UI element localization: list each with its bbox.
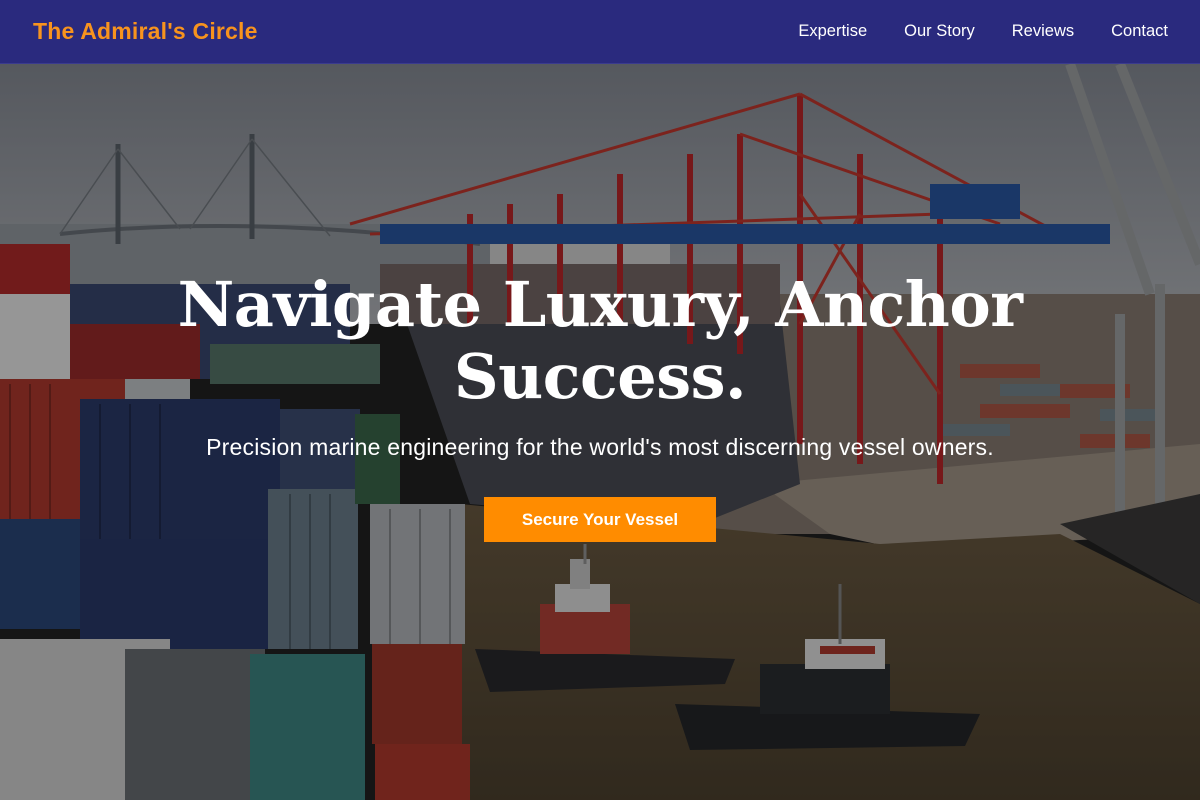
nav-link-contact[interactable]: Contact [1111,22,1168,41]
brand-logo[interactable]: The Admiral's Circle [33,18,258,45]
top-navbar: The Admiral's Circle Expertise Our Story… [0,0,1200,64]
hero-content: Navigate Luxury, Anchor Success. Precisi… [0,64,1200,800]
nav-link-our-story[interactable]: Our Story [904,22,975,41]
nav-links: Expertise Our Story Reviews Contact [761,22,1168,41]
hero-subtitle: Precision marine engineering for the wor… [206,434,994,460]
hero-headline: Navigate Luxury, Anchor Success. [177,268,1023,413]
secure-your-vessel-button[interactable]: Secure Your Vessel [484,497,716,542]
nav-link-reviews[interactable]: Reviews [1012,22,1074,41]
nav-link-expertise[interactable]: Expertise [798,22,867,41]
hero-section: Navigate Luxury, Anchor Success. Precisi… [0,64,1200,800]
